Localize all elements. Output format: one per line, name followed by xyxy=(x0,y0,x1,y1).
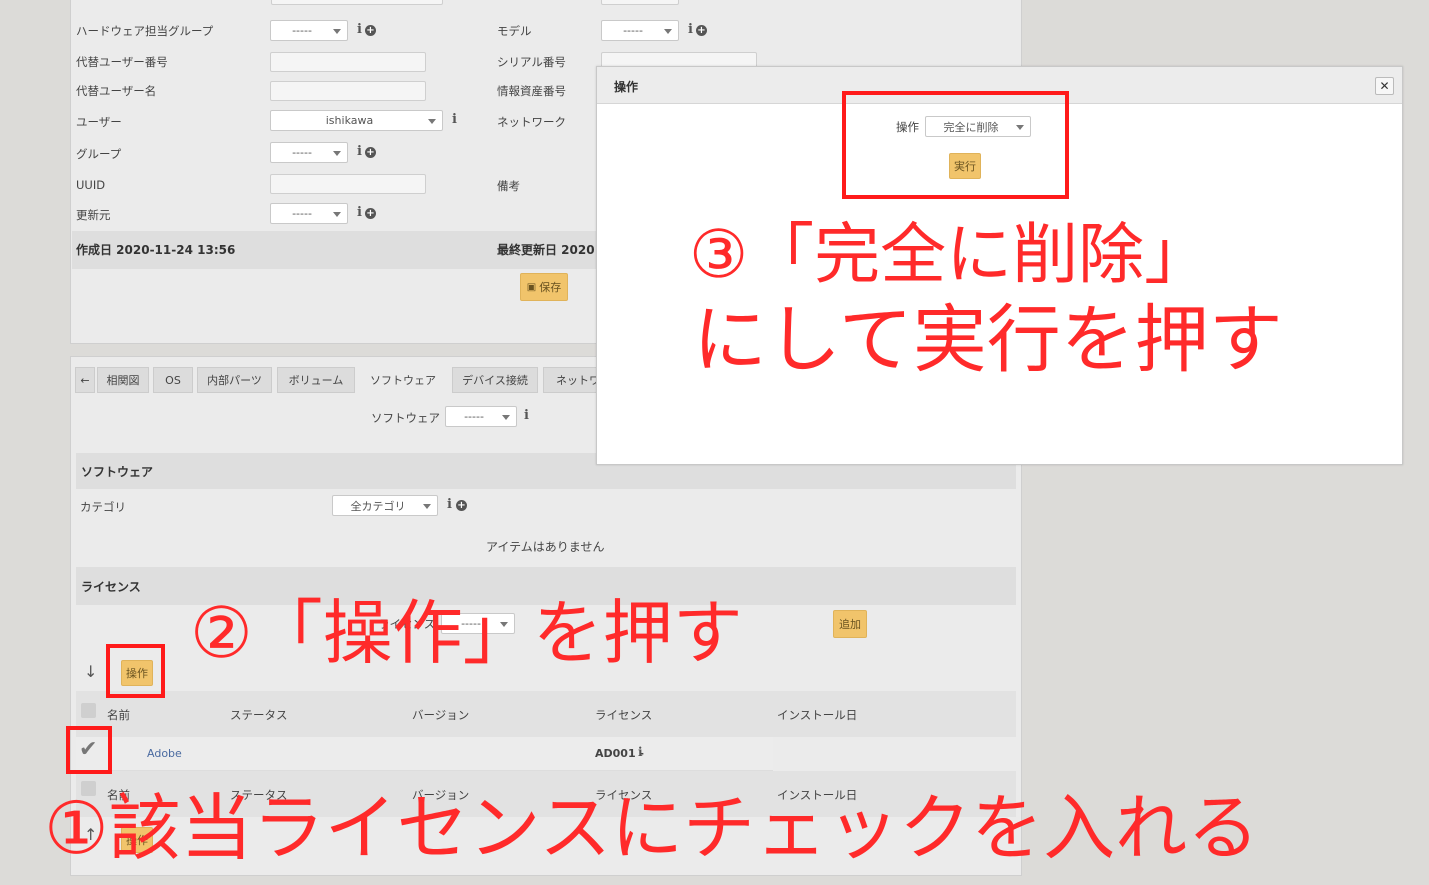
field-label: ハードウェア担当グループ xyxy=(76,24,214,38)
info-icon[interactable]: i xyxy=(357,205,362,220)
close-icon[interactable]: ✕ xyxy=(1375,77,1394,95)
field-label: 情報資産番号 xyxy=(497,84,566,98)
updated-date: 最終更新日 2020 xyxy=(497,243,595,257)
group-select[interactable]: ----- xyxy=(270,142,348,163)
info-icon[interactable]: i xyxy=(357,144,362,159)
tab-network[interactable]: ネットワ xyxy=(543,367,603,393)
add-icon[interactable]: + xyxy=(365,25,376,36)
th-version: バージョン xyxy=(412,708,470,722)
modal-title: 操作 xyxy=(614,80,639,94)
top-cut-input-2[interactable] xyxy=(601,0,679,5)
field-label: 代替ユーザー番号 xyxy=(76,55,168,69)
back-arrow-icon[interactable]: ← xyxy=(75,367,95,393)
tab-correlation[interactable]: 相関図 xyxy=(97,367,149,393)
tab-volume[interactable]: ボリューム xyxy=(277,367,355,393)
field-label: グループ xyxy=(76,147,122,161)
add-icon[interactable]: + xyxy=(696,25,707,36)
alt-user-number-input[interactable] xyxy=(270,52,426,72)
info-icon[interactable]: i xyxy=(638,745,643,759)
user-select[interactable]: ishikawa xyxy=(270,110,443,131)
add-icon[interactable]: + xyxy=(365,208,376,219)
save-button[interactable]: ▣ 保存 xyxy=(520,273,568,301)
field-label: 代替ユーザー名 xyxy=(76,84,157,98)
license-section-title: ライセンス xyxy=(81,580,141,594)
alt-user-name-input[interactable] xyxy=(270,81,426,101)
floppy-icon: ▣ xyxy=(526,281,537,293)
empty-items-text: アイテムはありません xyxy=(486,540,605,554)
highlight-box-operation xyxy=(106,644,165,698)
tab-software[interactable]: ソフトウェア xyxy=(359,367,447,393)
add-icon[interactable]: + xyxy=(456,500,467,511)
arrow-down-icon: ↓ xyxy=(84,662,98,681)
info-icon[interactable]: i xyxy=(688,22,693,37)
info-icon[interactable]: i xyxy=(524,408,529,423)
category-select[interactable]: 全カテゴリ xyxy=(332,495,438,516)
th-license: ライセンス xyxy=(595,708,653,722)
th-install-date: インストール日 xyxy=(777,708,858,722)
annotation-step2: ②「操作」を押す xyxy=(190,592,743,674)
field-label: ユーザー xyxy=(76,115,122,129)
info-icon[interactable]: i xyxy=(357,22,362,37)
top-cut-input[interactable] xyxy=(271,0,443,5)
th-status: ステータス xyxy=(230,708,288,722)
software-filter-select[interactable]: ----- xyxy=(445,406,517,427)
model-select[interactable]: ----- xyxy=(601,20,679,41)
field-label: 備考 xyxy=(497,179,520,193)
category-label: カテゴリ xyxy=(80,500,126,514)
highlight-box-modal xyxy=(842,91,1069,199)
select-all-checkbox[interactable] xyxy=(81,703,96,718)
tab-internal-parts[interactable]: 内部パーツ xyxy=(197,367,272,393)
tab-device-connection[interactable]: デバイス接続 xyxy=(452,367,538,393)
field-label: シリアル番号 xyxy=(497,55,566,69)
add-icon[interactable]: + xyxy=(365,147,376,158)
software-section-title: ソフトウェア xyxy=(81,465,154,479)
tab-os[interactable]: OS xyxy=(153,367,193,393)
annotation-step3-line2: にして実行を押す xyxy=(693,297,1283,383)
field-label: UUID xyxy=(76,178,106,192)
field-label: モデル xyxy=(497,24,532,38)
add-license-button[interactable]: 追加 xyxy=(833,610,867,638)
update-source-select[interactable]: ----- xyxy=(270,203,348,224)
software-filter-label: ソフトウェア xyxy=(371,411,440,425)
row-license: AD001 - xyxy=(595,747,645,760)
annotation-step3-line1: ③「完全に削除」 xyxy=(689,216,1211,293)
info-icon[interactable]: i xyxy=(447,497,452,512)
created-date: 作成日 2020-11-24 13:56 xyxy=(76,243,236,257)
annotation-step1: ①該当ライセンスにチェックを入れる xyxy=(44,786,1260,870)
uuid-input[interactable] xyxy=(270,174,426,194)
field-label: ネットワーク xyxy=(497,115,566,129)
license-table-header xyxy=(76,691,1016,737)
th-name: 名前 xyxy=(107,708,130,722)
save-label: 保存 xyxy=(539,281,562,294)
page: { "top_form": { "left_fields": [ {"label… xyxy=(0,0,1429,885)
hw-group-select[interactable]: ----- xyxy=(270,20,348,41)
field-label: 更新元 xyxy=(76,208,111,222)
info-icon[interactable]: i xyxy=(452,112,457,127)
highlight-box-checkbox xyxy=(66,726,112,774)
row-name-link[interactable]: Adobe xyxy=(147,747,182,760)
